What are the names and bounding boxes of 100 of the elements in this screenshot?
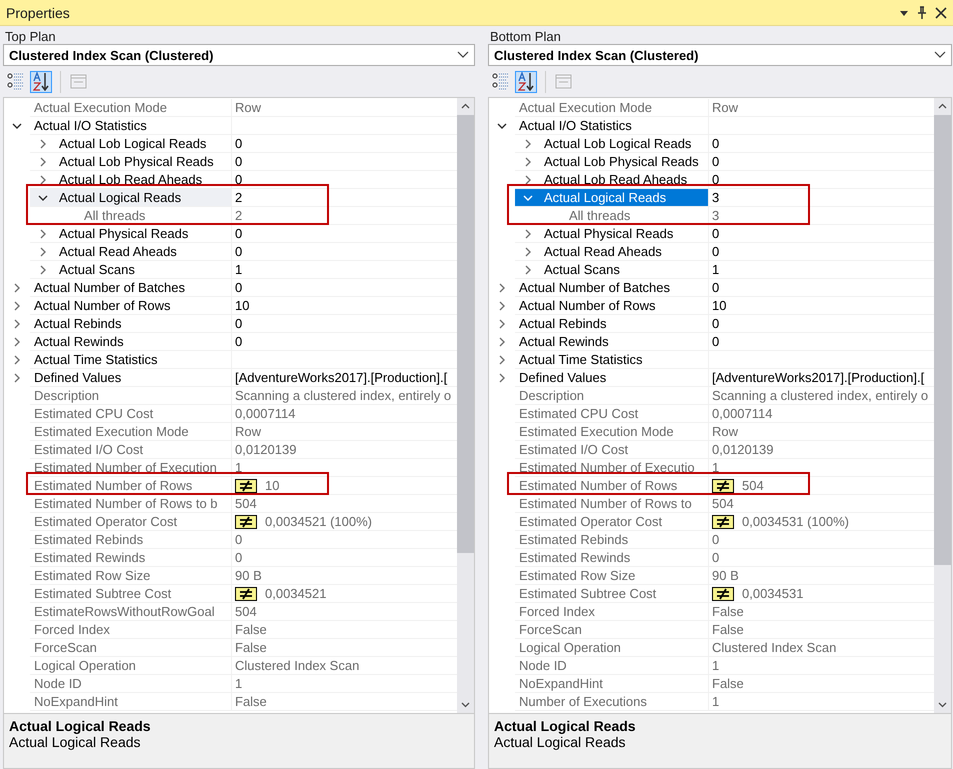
property-row[interactable]: Estimated Row Size (30, 567, 232, 585)
sort-button[interactable] (515, 70, 537, 92)
property-row[interactable]: Number of Executions (515, 693, 709, 711)
property-row[interactable]: Actual Lob Physical Reads (30, 153, 232, 171)
property-row[interactable]: Estimated Number of Executio (515, 459, 709, 477)
chevron-right-icon[interactable] (497, 373, 507, 383)
chevron-right-icon[interactable] (12, 301, 22, 311)
property-row[interactable]: Estimated I/O Cost (30, 441, 232, 459)
property-row[interactable]: ForceScan (515, 621, 709, 639)
scrollbar[interactable] (934, 98, 951, 713)
chevron-right-icon[interactable] (522, 138, 532, 148)
property-row[interactable]: ForceScan (30, 639, 232, 657)
property-row[interactable]: Actual Physical Reads (30, 225, 232, 243)
property-row[interactable]: Actual Number of Rows (30, 297, 232, 315)
property-row[interactable]: Estimated I/O Cost (515, 441, 709, 459)
chevron-right-icon[interactable] (497, 337, 507, 347)
property-row[interactable]: NoExpandHint (515, 675, 709, 693)
property-row[interactable]: Actual Physical Reads (515, 225, 709, 243)
chevron-right-icon[interactable] (38, 228, 48, 238)
property-row[interactable]: Actual Read Aheads (30, 243, 232, 261)
chevron-right-icon[interactable] (522, 264, 532, 274)
property-row[interactable]: Actual Scans (515, 261, 709, 279)
property-row[interactable]: Actual Rebinds (30, 315, 232, 333)
property-row[interactable]: Actual Logical Reads (30, 189, 232, 207)
chevron-right-icon[interactable] (522, 246, 532, 256)
property-row[interactable]: Estimated Operator Cost (515, 513, 709, 531)
property-row[interactable]: Actual Number of Batches (515, 279, 709, 297)
chevron-right-icon[interactable] (497, 283, 507, 293)
chevron-right-icon[interactable] (522, 228, 532, 238)
property-row[interactable]: Estimated Execution Mode (515, 423, 709, 441)
chevron-right-icon[interactable] (497, 301, 507, 311)
property-row[interactable]: Actual Execution Mode (515, 99, 709, 117)
property-row[interactable]: Actual Lob Physical Reads (515, 153, 709, 171)
chevron-right-icon[interactable] (38, 246, 48, 256)
property-row[interactable]: Actual I/O Statistics (30, 117, 232, 135)
property-row[interactable]: Estimated Subtree Cost (515, 585, 709, 603)
close-icon[interactable] (935, 6, 947, 18)
property-row[interactable]: EstimateRowsWithoutRowGoal (30, 603, 232, 621)
chevron-right-icon[interactable] (12, 373, 22, 383)
property-row[interactable]: Actual Read Aheads (515, 243, 709, 261)
chevron-down-icon[interactable] (497, 121, 507, 131)
property-row[interactable]: Estimated Rebinds (515, 531, 709, 549)
property-row[interactable]: Description (30, 387, 232, 405)
chevron-right-icon[interactable] (12, 283, 22, 293)
scrollbar-thumb[interactable] (934, 115, 951, 565)
sort-button[interactable] (30, 70, 52, 92)
chevron-right-icon[interactable] (38, 138, 48, 148)
chevron-right-icon[interactable] (38, 174, 48, 184)
pin-icon[interactable] (917, 6, 927, 20)
property-row[interactable]: Node ID (30, 675, 232, 693)
property-row[interactable]: Actual Time Statistics (30, 351, 232, 369)
chevron-down-icon[interactable] (12, 121, 22, 131)
property-row[interactable]: Actual Logical Reads (515, 189, 709, 207)
property-row[interactable]: Estimated CPU Cost (30, 405, 232, 423)
property-row[interactable]: Estimated Rebinds (30, 531, 232, 549)
scrollbar[interactable] (457, 98, 474, 713)
property-row[interactable]: Actual Number of Rows (515, 297, 709, 315)
property-row[interactable]: Estimated Number of Rows to (515, 495, 709, 513)
operator-dropdown[interactable]: Clustered Index Scan (Clustered) (3, 44, 475, 66)
property-row[interactable]: Estimated Number of Rows (515, 477, 709, 495)
property-row[interactable]: All threads (515, 207, 709, 225)
property-row[interactable]: Actual Rewinds (30, 333, 232, 351)
property-row[interactable]: Actual Time Statistics (515, 351, 709, 369)
property-row[interactable]: Actual Execution Mode (30, 99, 232, 117)
property-row[interactable]: NoExpandHint (30, 693, 232, 711)
property-row[interactable]: Node ID (515, 657, 709, 675)
property-row[interactable]: Defined Values (515, 369, 709, 387)
chevron-right-icon[interactable] (12, 355, 22, 365)
property-row[interactable]: Description (515, 387, 709, 405)
property-row[interactable]: Estimated Row Size (515, 567, 709, 585)
property-row[interactable]: Estimated Number of Execution (30, 459, 232, 477)
scrollbar-thumb[interactable] (457, 115, 474, 553)
property-row[interactable]: Logical Operation (515, 639, 709, 657)
property-row[interactable]: Logical Operation (30, 657, 232, 675)
chevron-right-icon[interactable] (497, 355, 507, 365)
property-row[interactable]: Forced Index (515, 603, 709, 621)
property-row[interactable]: Estimated Rewinds (515, 549, 709, 567)
property-row[interactable]: Estimated CPU Cost (515, 405, 709, 423)
property-row[interactable]: Estimated Number of Rows (30, 477, 232, 495)
property-row[interactable]: Estimated Operator Cost (30, 513, 232, 531)
chevron-right-icon[interactable] (12, 337, 22, 347)
property-row[interactable]: Actual Lob Logical Reads (30, 135, 232, 153)
property-row[interactable]: Actual Number of Batches (30, 279, 232, 297)
operator-dropdown[interactable]: Clustered Index Scan (Clustered) (488, 44, 952, 66)
property-row[interactable]: Actual I/O Statistics (515, 117, 709, 135)
chevron-right-icon[interactable] (522, 174, 532, 184)
property-row[interactable]: Actual Rewinds (515, 333, 709, 351)
chevron-right-icon[interactable] (12, 319, 22, 329)
property-row[interactable]: All threads (30, 207, 232, 225)
property-row[interactable]: Defined Values (30, 369, 232, 387)
chevron-right-icon[interactable] (497, 319, 507, 329)
property-row[interactable]: Actual Rebinds (515, 315, 709, 333)
property-row[interactable]: Estimated Number of Rows to b (30, 495, 232, 513)
property-row[interactable]: Actual Scans (30, 261, 232, 279)
property-row[interactable]: Estimated Subtree Cost (30, 585, 232, 603)
chevron-right-icon[interactable] (38, 156, 48, 166)
property-row[interactable]: Estimated Rewinds (30, 549, 232, 567)
chevron-down-icon[interactable] (38, 192, 48, 202)
property-row[interactable]: Estimated Execution Mode (30, 423, 232, 441)
chevron-right-icon[interactable] (38, 264, 48, 274)
